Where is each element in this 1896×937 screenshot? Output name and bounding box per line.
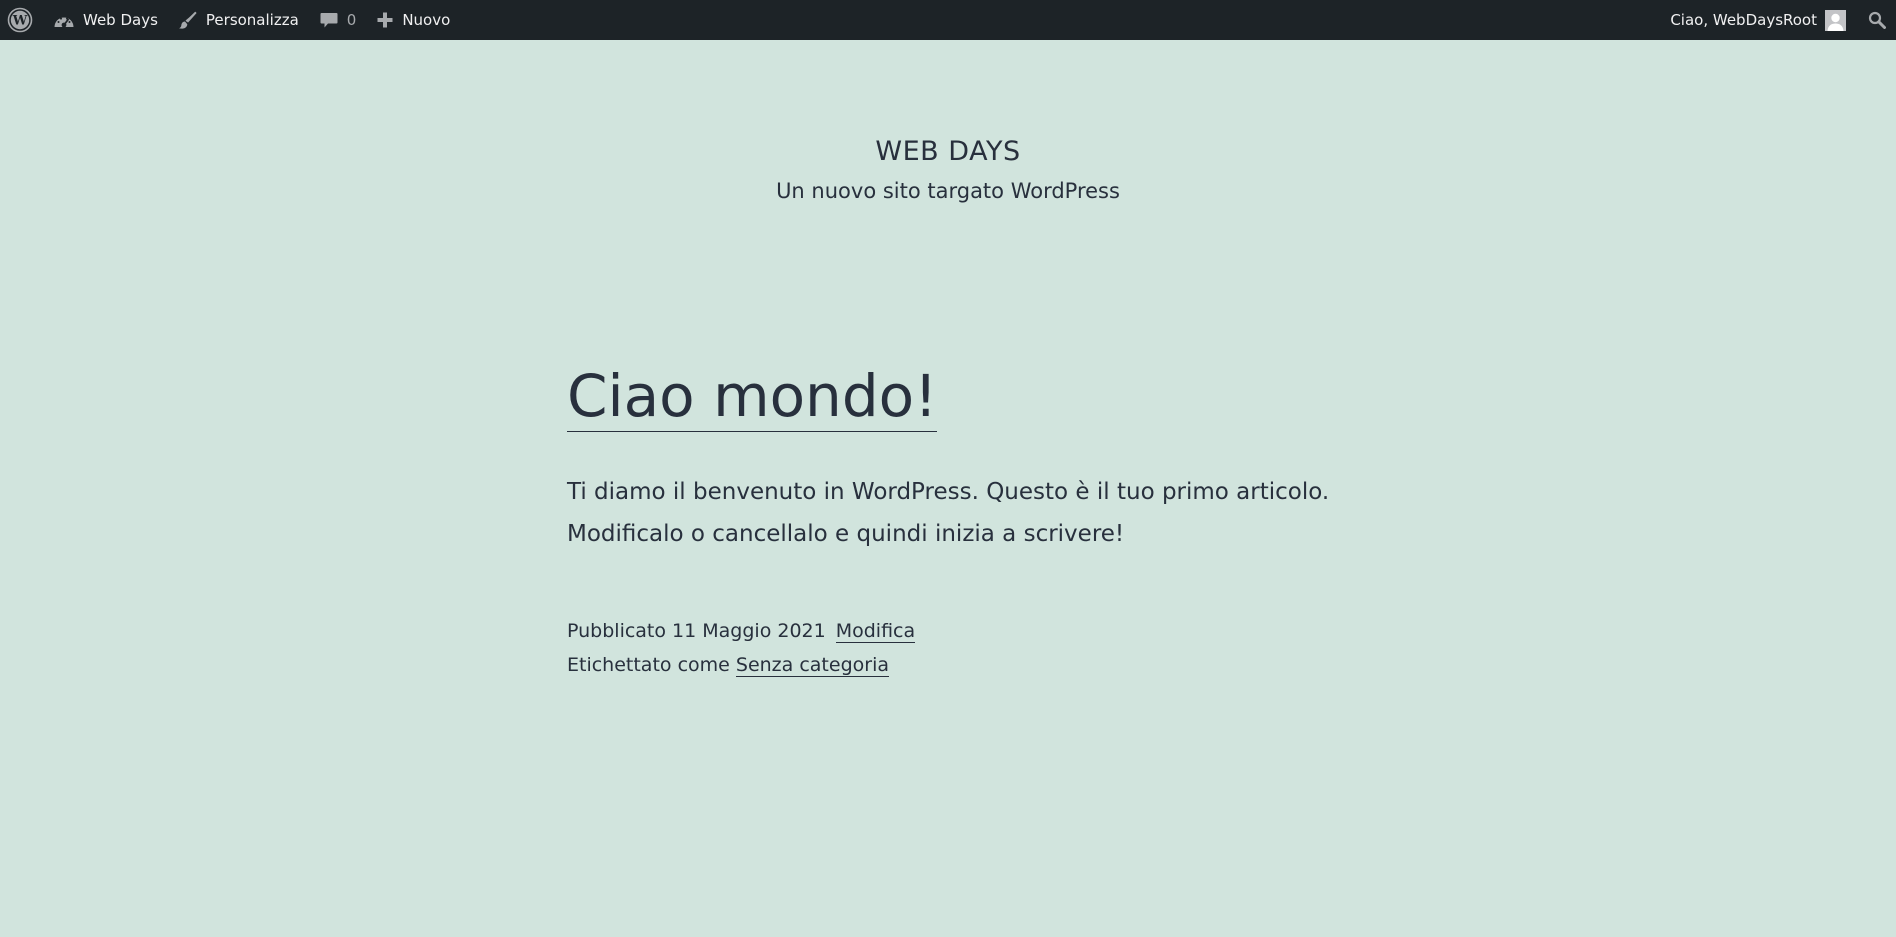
post-content-line: Ti diamo il benvenuto in WordPress. Ques…	[567, 478, 1330, 505]
admin-bar-right: Ciao, WebDaysRoot	[1660, 0, 1896, 40]
post-content-line: Modificalo o cancellalo e quindi inizia …	[567, 520, 1125, 547]
customize-menu[interactable]: Personalizza	[168, 0, 309, 40]
new-content-menu[interactable]: Nuovo	[366, 0, 460, 40]
search-icon[interactable]	[1856, 0, 1896, 40]
greeting-label: Ciao, WebDaysRoot	[1670, 11, 1817, 29]
post-meta: Pubblicato 11 Maggio 2021 Modifica Etiche…	[567, 614, 1347, 682]
wordpress-logo-icon[interactable]: W	[0, 0, 43, 40]
svg-text:W: W	[12, 14, 28, 29]
paintbrush-icon	[178, 10, 198, 30]
tagged-label: Etichettato come	[567, 653, 730, 676]
site-name-label: Web Days	[83, 11, 158, 29]
edit-post-link[interactable]: Modifica	[835, 619, 916, 643]
post-article: Ciao mondo! Ti diamo il benvenuto in Wor…	[567, 362, 1347, 682]
category-link[interactable]: Senza categoria	[735, 653, 889, 677]
comments-menu[interactable]: 0	[309, 0, 367, 40]
comment-bubble-icon	[319, 10, 339, 30]
my-account-menu[interactable]: Ciao, WebDaysRoot	[1660, 0, 1856, 40]
plus-icon	[376, 11, 394, 29]
site-header: WEB DAYS Un nuovo sito targato WordPress	[0, 136, 1896, 203]
post-meta-category-row: Etichettato come Senza categoria	[567, 648, 1347, 682]
customize-label: Personalizza	[205, 11, 299, 29]
post-meta-published-row: Pubblicato 11 Maggio 2021 Modifica	[567, 614, 1347, 648]
dashboard-gauge-icon	[53, 11, 75, 29]
site-name-menu[interactable]: Web Days	[43, 0, 168, 40]
published-date: Pubblicato 11 Maggio 2021	[567, 619, 826, 642]
post-content: Ti diamo il benvenuto in WordPress. Ques…	[567, 471, 1347, 555]
new-label: Nuovo	[402, 11, 451, 29]
comments-count: 0	[346, 11, 357, 29]
site-title[interactable]: WEB DAYS	[0, 136, 1896, 167]
site-tagline: Un nuovo sito targato WordPress	[776, 179, 1120, 203]
admin-bar-left: W Web Days Personalizza 0 Nuovo	[0, 0, 460, 40]
admin-bar: W Web Days Personalizza 0 Nuovo Ciao, We…	[0, 0, 1896, 40]
post-title-link[interactable]: Ciao mondo!	[567, 362, 938, 432]
avatar-icon	[1825, 9, 1846, 31]
post-title: Ciao mondo!	[567, 362, 1347, 432]
